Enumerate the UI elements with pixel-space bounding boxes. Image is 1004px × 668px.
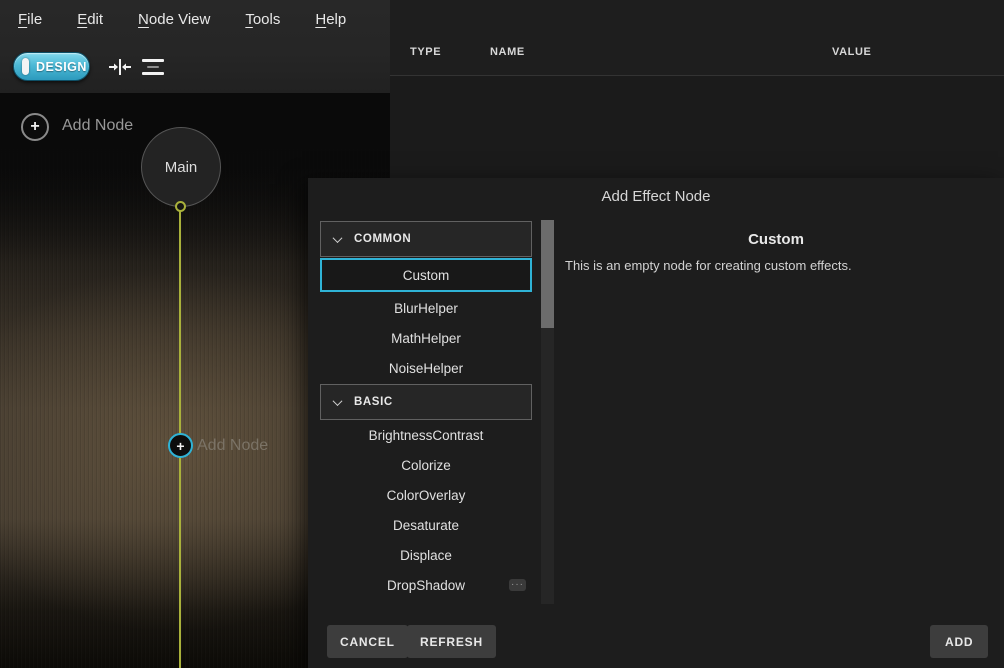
line-bottom [142,72,164,75]
effect-detail-title: Custom [556,231,996,248]
group-header-common[interactable]: COMMON [320,221,532,257]
design-mode-toggle[interactable]: DESIGN [13,52,90,81]
effect-item-desaturate[interactable]: Desaturate [320,510,532,540]
add-button[interactable]: ADD [930,625,988,658]
column-header-type: TYPE [410,46,441,58]
line-middle [147,66,159,69]
menu-node-view[interactable]: Node View [138,11,210,28]
effect-item-noisehelper[interactable]: NoiseHelper [320,353,532,383]
line-top [142,59,164,62]
menu-help[interactable]: Help [315,11,346,28]
menu-file[interactable]: File [18,11,42,28]
dialog-title: Add Effect Node [308,188,1004,205]
add-node-label-top: Add Node [62,117,133,135]
add-node-button-wire[interactable]: + [168,433,193,458]
app-window: TYPE NAME VALUE + Add Node Main + Add No… [0,0,1004,668]
properties-header: TYPE NAME VALUE [390,0,1004,76]
column-header-value: VALUE [832,46,871,58]
refresh-button[interactable]: REFRESH [407,625,496,658]
add-node-button-top[interactable]: + [21,113,49,141]
scrollbar-thumb[interactable] [541,220,554,328]
column-header-name: NAME [490,46,525,58]
menu-edit[interactable]: Edit [77,11,103,28]
effect-item-label: Colorize [401,458,451,473]
collapse-horizontal-icon[interactable] [108,56,132,78]
menu-tools[interactable]: Tools [245,11,280,28]
effect-item-custom[interactable]: Custom [320,258,532,292]
more-options-icon[interactable] [509,579,526,591]
effect-item-label: NoiseHelper [389,361,463,376]
chevron-down-icon [333,233,343,243]
effect-item-colorize[interactable]: Colorize [320,450,532,480]
top-header: File Edit Node View Tools Help DESIGN [0,0,390,93]
main-node[interactable]: Main [141,127,221,207]
plus-icon: + [176,438,184,454]
group-header-label: COMMON [354,233,411,245]
effect-detail-description: This is an empty node for creating custo… [565,258,995,273]
effect-item-label: ColorOverlay [387,488,466,503]
effect-list: COMMON Custom BlurHelper MathHelper NoiseHel… [320,220,532,600]
toggle-knob-icon [22,58,29,75]
align-lines-icon[interactable] [141,56,165,78]
effect-item-displace[interactable]: Displace [320,540,532,570]
effect-item-coloroverlay[interactable]: ColorOverlay [320,480,532,510]
plus-icon: + [30,118,39,136]
effect-item-label: Desaturate [393,518,459,533]
add-node-label-wire: Add Node [197,437,268,455]
main-node-label: Main [165,159,198,176]
group-header-label: BASIC [354,396,393,408]
effect-item-label: BrightnessContrast [369,428,484,443]
menu-bar: File Edit Node View Tools Help [0,0,390,38]
effect-item-dropshadow[interactable]: DropShadow [320,570,532,600]
effect-item-brightnesscontrast[interactable]: BrightnessContrast [320,420,532,450]
chevron-down-icon [333,396,343,406]
group-header-basic[interactable]: BASIC [320,384,532,420]
main-node-output-port[interactable] [175,201,186,212]
effect-item-blurhelper[interactable]: BlurHelper [320,293,532,323]
effect-item-label: BlurHelper [394,301,458,316]
add-effect-node-dialog: Add Effect Node COMMON Custom BlurHelper Ma… [308,178,1004,668]
effect-item-label: MathHelper [391,331,461,346]
effect-item-label: Custom [403,268,450,283]
design-toggle-label: DESIGN [36,60,87,74]
effect-item-label: DropShadow [387,578,465,593]
effect-list-scrollbar[interactable] [541,220,554,604]
effect-item-label: Displace [400,548,452,563]
effect-item-mathhelper[interactable]: MathHelper [320,323,532,353]
cancel-button[interactable]: CANCEL [327,625,408,658]
